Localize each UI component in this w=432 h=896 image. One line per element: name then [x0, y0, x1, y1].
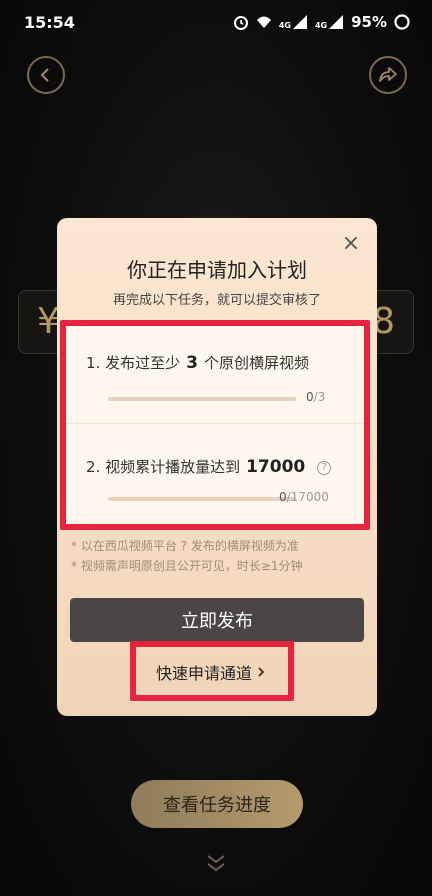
task-prefix: 2. 视频累计播放量达到 — [86, 458, 241, 476]
wifi-icon — [256, 16, 271, 28]
task-item: 2. 视频累计播放量达到 17000? 0/17000 — [66, 428, 368, 528]
fast-apply-link[interactable]: 快速申请通道 — [147, 654, 275, 690]
publish-now-button[interactable]: 立即发布 — [70, 598, 364, 642]
task-item: 1. 发布过至少 3 个原创横屏视频 0/3 — [66, 324, 368, 424]
task-progress-bar — [108, 397, 296, 401]
chevron-right-icon — [258, 667, 265, 677]
help-icon[interactable]: ? — [317, 460, 332, 475]
share-arrow-icon — [379, 67, 397, 82]
task-progress-bar — [108, 497, 296, 501]
signal-icon — [292, 15, 307, 29]
task-text: 1. 发布过至少 3 个原创横屏视频 — [86, 352, 309, 373]
double-chevron-down-icon[interactable] — [202, 852, 230, 876]
task-list: 1. 发布过至少 3 个原创横屏视频 0/3 2. 视频累计播放量达到 17000? … — [66, 324, 368, 530]
task-prefix: 1. 发布过至少 — [86, 354, 181, 372]
apply-dialog: × 你正在申请加入计划 再完成以下任务，就可以提交审核了 1. 发布过至少 3 个原… — [57, 218, 377, 716]
task-number: 3 — [186, 353, 198, 373]
alarm-icon — [233, 16, 248, 30]
signal-icon — [329, 15, 344, 29]
status-icons: 4G 4G 95% — [233, 13, 410, 31]
task-suffix: 个原创横屏视频 — [203, 354, 309, 372]
battery-ring-icon — [394, 14, 410, 30]
dialog-subtitle: 再完成以下任务，就可以提交审核了 — [112, 293, 321, 308]
note-line: * 视频需声明原创且公开可见，时长≥1分钟 — [71, 559, 303, 573]
signal-1: 4G — [279, 14, 308, 30]
battery-text: 95% — [351, 13, 387, 31]
back-button[interactable] — [27, 56, 65, 94]
dialog-title: 你正在申请加入计划 — [127, 258, 307, 282]
share-button[interactable] — [369, 56, 407, 94]
note-line: * 以在西瓜视频平台 ? 发布的横屏视频为准 — [71, 539, 299, 553]
chevron-left-icon — [40, 68, 49, 82]
task-progress-label: 0/3 — [306, 390, 326, 404]
screen: 15:54 4G 4G 95% ¥ 8 查看任务进度 × 你正在申请加入计划 再… — [0, 0, 432, 896]
task-progress-label: 0/17000 — [279, 490, 329, 504]
signal-2: 4G — [315, 14, 344, 30]
task-number: 17000 — [246, 457, 306, 477]
view-progress-button[interactable]: 查看任务进度 — [131, 780, 303, 828]
status-time: 15:54 — [24, 12, 75, 32]
task-text: 2. 视频累计播放量达到 17000? — [86, 456, 332, 477]
close-icon[interactable]: × — [341, 233, 361, 255]
notes: * 以在西瓜视频平台 ? 发布的横屏视频为准 * 视频需声明原创且公开可见，时长… — [71, 536, 303, 576]
fast-apply-label: 快速申请通道 — [155, 664, 252, 683]
status-bar: 15:54 4G 4G 95% — [0, 0, 432, 44]
